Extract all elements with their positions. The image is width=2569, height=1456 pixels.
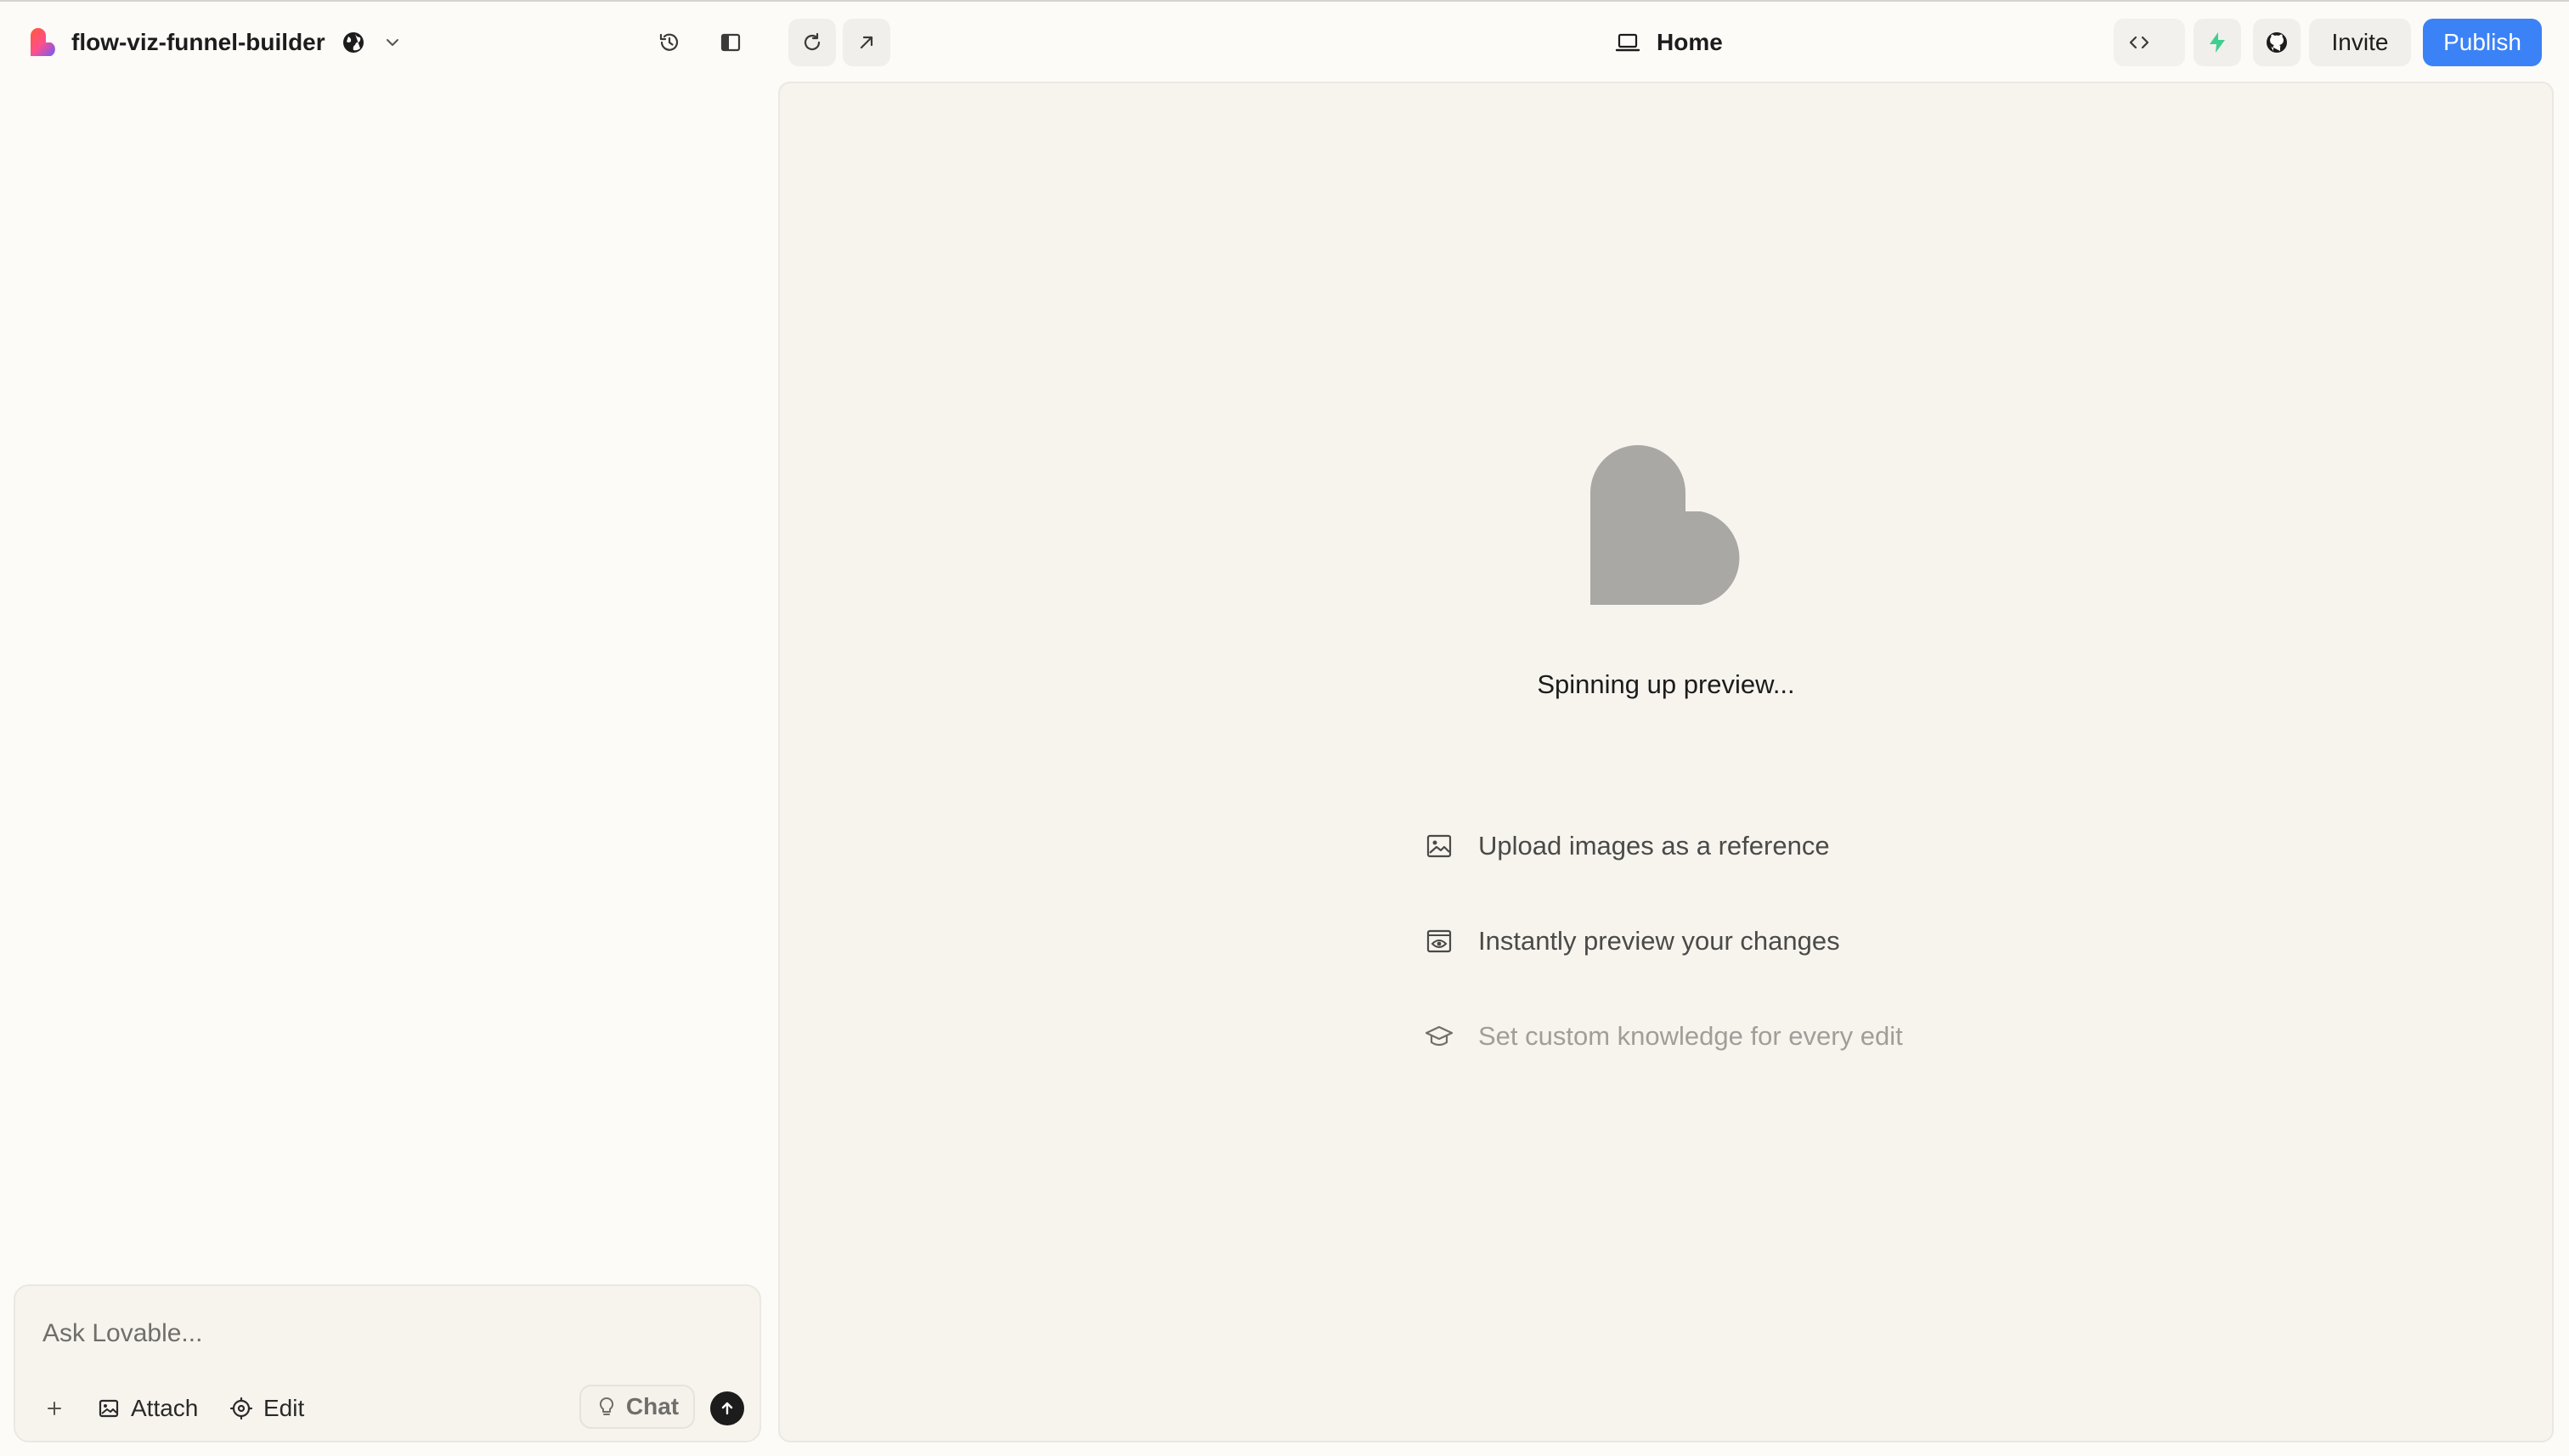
code-icon [2129, 36, 2149, 49]
add-button[interactable] [42, 1390, 66, 1427]
graduation-cap-icon [1425, 1025, 1454, 1047]
image-icon [1426, 834, 1452, 858]
attach-button[interactable]: Attach [97, 1390, 198, 1427]
tip-text: Instantly preview your changes [1478, 926, 1840, 956]
send-button[interactable] [710, 1391, 744, 1425]
preview-status-text: Spinning up preview... [1537, 669, 1795, 699]
edit-button[interactable]: Edit [229, 1390, 304, 1427]
tip-text: Upload images as a reference [1478, 831, 1830, 861]
tip-text: Set custom knowledge for every edit [1478, 1021, 1903, 1051]
chat-composer: Attach Edit Chat [14, 1284, 761, 1442]
tip-item: Set custom knowledge for every edit [1424, 1013, 1903, 1060]
edit-label: Edit [263, 1395, 305, 1421]
plus-icon [48, 1402, 61, 1415]
sidebar-toggle-button[interactable] [707, 19, 754, 66]
publish-button[interactable]: Publish [2423, 19, 2542, 66]
target-icon [229, 1397, 253, 1420]
chat-input[interactable] [42, 1315, 722, 1352]
route-label: Home [1657, 29, 1723, 55]
github-button[interactable] [2253, 19, 2301, 66]
preview-panel: Spinning up preview... Upload images as … [778, 82, 2554, 1442]
github-icon [2267, 32, 2287, 53]
lightbulb-icon [599, 1397, 613, 1415]
globe-icon[interactable] [341, 30, 366, 55]
project-name[interactable]: flow-viz-funnel-builder [71, 29, 325, 56]
laptop-icon [1615, 33, 1640, 52]
eye-icon [1426, 929, 1452, 953]
invite-button[interactable]: Invite [2309, 19, 2411, 66]
chat-mode-button[interactable]: Chat [579, 1385, 695, 1429]
sidebar-toggle-icon [720, 33, 741, 52]
open-external-button[interactable] [843, 19, 890, 66]
attach-label: Attach [131, 1395, 199, 1421]
project-switcher[interactable]: flow-viz-funnel-builder [25, 24, 402, 61]
code-view-button[interactable] [2114, 19, 2185, 66]
supabase-button[interactable] [2194, 19, 2241, 66]
history-button[interactable] [646, 19, 693, 66]
open-external-icon [860, 36, 873, 49]
route-selector[interactable]: Home [1614, 22, 1723, 63]
top-bar: flow-viz-funnel-builder Home Invite Publ… [0, 0, 2569, 82]
tips-list: Upload images as a reference Instantly p… [1424, 822, 1903, 1108]
refresh-button[interactable] [788, 19, 836, 66]
lovable-logo-icon [31, 28, 55, 56]
tip-item: Upload images as a reference [1424, 822, 1903, 870]
chevron-down-icon[interactable] [383, 33, 402, 52]
chat-mode-label: Chat [625, 1393, 680, 1419]
refresh-icon [804, 32, 821, 51]
image-attach-icon [99, 1399, 119, 1418]
tip-item: Instantly preview your changes [1424, 917, 1903, 965]
history-icon [659, 33, 679, 51]
supabase-icon [2210, 32, 2225, 53]
lovable-heart-icon [1590, 445, 1740, 605]
arrow-up-icon [721, 1402, 733, 1415]
